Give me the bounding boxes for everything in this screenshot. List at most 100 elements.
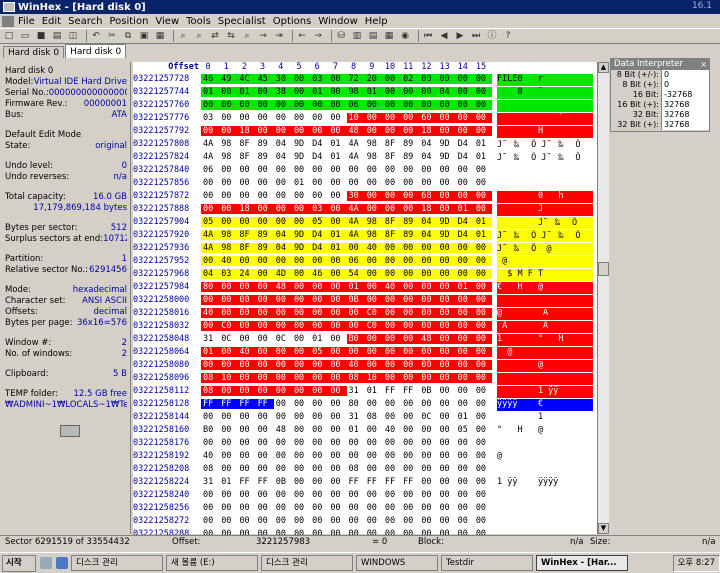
hex-byte[interactable]: 18 xyxy=(237,126,256,136)
hex-byte[interactable]: 00 xyxy=(310,451,328,461)
hex-byte[interactable]: 03 xyxy=(310,74,329,84)
hex-byte[interactable]: 00 xyxy=(255,87,274,97)
hex-byte[interactable]: 00 xyxy=(364,347,383,357)
hex-byte[interactable]: 00 xyxy=(237,360,256,370)
hex-byte[interactable]: 00 xyxy=(255,282,274,292)
hex-byte[interactable]: 01 xyxy=(474,152,492,162)
hex-byte[interactable]: 49 xyxy=(219,74,238,84)
hex-byte[interactable]: 00 xyxy=(237,191,255,201)
hex-byte[interactable]: 00 xyxy=(382,269,402,279)
hex-byte[interactable]: 00 xyxy=(219,191,237,201)
hex-byte[interactable]: 00 xyxy=(237,321,256,331)
hex-byte[interactable]: 60 xyxy=(419,113,438,123)
ascii-text[interactable] xyxy=(497,165,593,177)
hex-byte[interactable]: 00 xyxy=(201,516,219,526)
hex-bytes[interactable]: FF FF FF FF 00 00 00 00 80 00 00 00 00 00 00 00 xyxy=(201,399,493,411)
hex-byte[interactable]: 00 xyxy=(255,347,274,357)
hex-byte[interactable]: 00 xyxy=(401,126,420,136)
hex-byte[interactable]: 00 xyxy=(437,282,456,292)
hex-byte[interactable]: 00 xyxy=(219,347,238,357)
hex-byte[interactable]: 00 xyxy=(292,191,310,201)
hex-byte[interactable]: 40 xyxy=(346,360,365,370)
hex-byte[interactable]: 00 xyxy=(310,477,328,487)
copy-icon[interactable]: ⧉ xyxy=(122,31,134,42)
hex-byte[interactable]: 01 xyxy=(455,204,474,214)
hex-byte[interactable]: 04 xyxy=(437,87,456,97)
hex-byte[interactable]: 00 xyxy=(437,321,456,331)
hex-byte[interactable]: 00 xyxy=(437,100,456,110)
hex-byte[interactable]: 00 xyxy=(328,256,347,266)
interpreter-value[interactable]: 32768 xyxy=(661,110,709,120)
hex-byte[interactable]: 00 xyxy=(455,126,474,136)
hex-byte[interactable]: FF xyxy=(383,386,401,396)
ascii-text[interactable]: 0 h xyxy=(497,191,593,203)
ascii-text[interactable] xyxy=(497,438,593,450)
hex-byte[interactable]: 00 xyxy=(401,425,419,435)
hex-byte[interactable]: 00 xyxy=(364,282,383,292)
hex-byte[interactable]: 00 xyxy=(273,204,292,214)
hex-byte[interactable]: 20 xyxy=(364,74,383,84)
hex-byte[interactable]: D4 xyxy=(310,139,328,149)
menu-file[interactable]: File xyxy=(16,16,40,27)
hex-byte[interactable]: 89 xyxy=(255,230,274,240)
hex-byte[interactable]: 00 xyxy=(419,100,438,110)
vertical-scrollbar[interactable]: ▲ ▼ xyxy=(597,62,609,534)
hex-byte[interactable]: 00 xyxy=(474,425,492,435)
hex-byte[interactable]: 00 xyxy=(237,490,255,500)
find-next-icon[interactable]: ⌕ xyxy=(241,31,253,42)
hex-byte[interactable]: 00 xyxy=(328,295,347,305)
hex-byte[interactable]: 00 xyxy=(382,373,402,383)
hex-byte[interactable]: 00 xyxy=(310,282,329,292)
menu-tools[interactable]: Tools xyxy=(184,16,216,27)
hex-byte[interactable]: 00 xyxy=(473,269,492,279)
hex-byte[interactable]: 00 xyxy=(401,412,419,422)
hex-byte[interactable]: 00 xyxy=(201,256,220,266)
hex-byte[interactable]: 31 xyxy=(347,386,365,396)
hex-byte[interactable]: 00 xyxy=(456,451,474,461)
hex-byte[interactable]: 00 xyxy=(365,438,383,448)
hex-byte[interactable]: 00 xyxy=(455,74,474,84)
hex-byte[interactable]: 00 xyxy=(273,295,292,305)
hex-byte[interactable]: 00 xyxy=(201,490,219,500)
hex-byte[interactable]: 00 xyxy=(310,438,328,448)
hex-byte[interactable]: 00 xyxy=(328,490,346,500)
hex-byte[interactable]: 00 xyxy=(273,126,292,136)
hex-byte[interactable]: 00 xyxy=(382,308,402,318)
hex-byte[interactable]: 31 xyxy=(347,412,365,422)
hex-byte[interactable]: 68 xyxy=(419,191,438,201)
hex-bytes[interactable]: 00 C0 00 00 00 00 00 00 00 C0 00 00 00 00 00 00 xyxy=(201,321,493,333)
hex-byte[interactable]: 24 xyxy=(237,269,256,279)
hex-byte[interactable]: 00 xyxy=(383,503,401,513)
hex-byte[interactable]: 00 xyxy=(292,165,310,175)
hex-byte[interactable]: 00 xyxy=(473,100,492,110)
hex-byte[interactable]: 00 xyxy=(291,204,311,214)
hex-byte[interactable]: 00 xyxy=(328,464,346,474)
hex-byte[interactable]: 00 xyxy=(401,503,419,513)
hex-byte[interactable]: 00 xyxy=(437,490,455,500)
hex-byte[interactable]: 00 xyxy=(474,438,492,448)
hex-byte[interactable]: 00 xyxy=(255,204,274,214)
hex-byte[interactable]: 00 xyxy=(256,516,274,526)
hex-byte[interactable]: 00 xyxy=(383,490,401,500)
menu-edit[interactable]: Edit xyxy=(40,16,66,27)
hex-byte[interactable]: 00 xyxy=(365,178,383,188)
hex-byte[interactable]: 8F xyxy=(382,230,402,240)
hex-byte[interactable]: 00 xyxy=(219,360,238,370)
hex-byte[interactable]: 8F xyxy=(382,217,402,227)
hex-bytes[interactable]: 00 00 00 00 00 00 00 00 30 00 00 00 68 00 00 00 xyxy=(201,191,493,203)
ascii-text[interactable]: 1 ÿÿ xyxy=(497,386,593,398)
hex-byte[interactable]: 31 xyxy=(201,477,219,487)
hex-byte[interactable]: 00 xyxy=(473,295,492,305)
goto-offset-icon[interactable]: → xyxy=(257,31,269,42)
hex-byte[interactable]: 00 xyxy=(473,321,492,331)
hex-byte[interactable]: 00 xyxy=(455,87,474,97)
hex-byte[interactable]: 00 xyxy=(437,477,455,487)
hex-byte[interactable]: 00 xyxy=(382,321,402,331)
hex-byte[interactable]: 00 xyxy=(328,321,347,331)
disk-editor-icon[interactable]: ▥ xyxy=(351,31,363,42)
hex-byte[interactable]: 00 xyxy=(201,321,220,331)
hex-byte[interactable]: 00 xyxy=(328,451,346,461)
hex-byte[interactable]: 00 xyxy=(473,74,492,84)
hex-byte[interactable]: 00 xyxy=(219,178,237,188)
hex-byte[interactable]: 05 xyxy=(201,217,220,227)
